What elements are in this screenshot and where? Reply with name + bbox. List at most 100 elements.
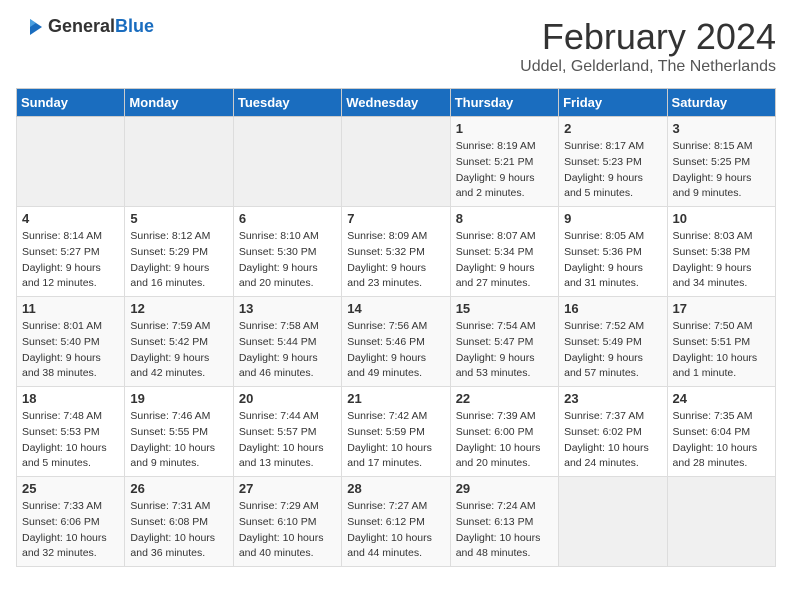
calendar-week-row: 4 Sunrise: 8:14 AM Sunset: 5:27 PM Daylig…: [17, 207, 776, 297]
day-info: Sunrise: 7:29 AM Sunset: 6:10 PM Dayligh…: [239, 499, 336, 562]
calendar-cell: [559, 477, 667, 567]
calendar-cell: 26 Sunrise: 7:31 AM Sunset: 6:08 PM Dayli…: [125, 477, 233, 567]
day-number: 25: [22, 481, 119, 496]
calendar-cell: 20 Sunrise: 7:44 AM Sunset: 5:57 PM Dayli…: [233, 387, 341, 477]
day-number: 11: [22, 301, 119, 316]
calendar-cell: 21Sunrise: 7:42 AM Sunset: 5:59 PM Dayli…: [342, 387, 450, 477]
day-number: 27: [239, 481, 336, 496]
day-info: Sunrise: 7:59 AM Sunset: 5:42 PM Dayligh…: [130, 319, 227, 382]
day-number: 4: [22, 211, 119, 226]
day-number: 18: [22, 391, 119, 406]
day-of-week-header: Monday: [125, 89, 233, 117]
title-area: February 2024 Uddel, Gelderland, The Net…: [520, 16, 776, 76]
day-of-week-header: Thursday: [450, 89, 558, 117]
day-info: Sunrise: 7:35 AM Sunset: 6:04 PM Dayligh…: [673, 409, 770, 472]
calendar-cell: 17 Sunrise: 7:50 AM Sunset: 5:51 PM Dayli…: [667, 297, 775, 387]
day-number: 15: [456, 301, 553, 316]
logo-text-blue: Blue: [115, 16, 154, 36]
day-info: Sunrise: 8:07 AM Sunset: 5:34 PM Dayligh…: [456, 229, 553, 292]
calendar-body: 1 Sunrise: 8:19 AM Sunset: 5:21 PM Daylig…: [17, 117, 776, 567]
calendar-cell: 16 Sunrise: 7:52 AM Sunset: 5:49 PM Dayli…: [559, 297, 667, 387]
header: GeneralBlue February 2024 Uddel, Gelderl…: [16, 16, 776, 76]
calendar-cell: 29Sunrise: 7:24 AM Sunset: 6:13 PM Dayli…: [450, 477, 558, 567]
calendar-cell: 25 Sunrise: 7:33 AM Sunset: 6:06 PM Dayli…: [17, 477, 125, 567]
day-number: 6: [239, 211, 336, 226]
calendar-week-row: 1 Sunrise: 8:19 AM Sunset: 5:21 PM Daylig…: [17, 117, 776, 207]
calendar-week-row: 25 Sunrise: 7:33 AM Sunset: 6:06 PM Dayli…: [17, 477, 776, 567]
day-number: 14: [347, 301, 444, 316]
calendar-cell: 10 Sunrise: 8:03 AM Sunset: 5:38 PM Dayli…: [667, 207, 775, 297]
day-number: 2: [564, 121, 661, 136]
day-number: 28: [347, 481, 444, 496]
day-info: Sunrise: 8:03 AM Sunset: 5:38 PM Dayligh…: [673, 229, 770, 292]
day-info: Sunrise: 7:27 AM Sunset: 6:12 PM Dayligh…: [347, 499, 444, 562]
calendar-cell: 2 Sunrise: 8:17 AM Sunset: 5:23 PM Daylig…: [559, 117, 667, 207]
day-of-week-header: Saturday: [667, 89, 775, 117]
calendar-cell: 4 Sunrise: 8:14 AM Sunset: 5:27 PM Daylig…: [17, 207, 125, 297]
logo-text-general: General: [48, 16, 115, 36]
day-info: Sunrise: 7:31 AM Sunset: 6:08 PM Dayligh…: [130, 499, 227, 562]
day-info: Sunrise: 8:15 AM Sunset: 5:25 PM Dayligh…: [673, 139, 770, 202]
calendar-cell: 6Sunrise: 8:10 AM Sunset: 5:30 PM Daylig…: [233, 207, 341, 297]
day-info: Sunrise: 7:58 AM Sunset: 5:44 PM Dayligh…: [239, 319, 336, 382]
location-title: Uddel, Gelderland, The Netherlands: [520, 58, 776, 76]
day-number: 29: [456, 481, 553, 496]
day-info: Sunrise: 8:09 AM Sunset: 5:32 PM Dayligh…: [347, 229, 444, 292]
day-info: Sunrise: 8:19 AM Sunset: 5:21 PM Dayligh…: [456, 139, 553, 202]
calendar-cell: [667, 477, 775, 567]
day-info: Sunrise: 7:48 AM Sunset: 5:53 PM Dayligh…: [22, 409, 119, 472]
calendar-week-row: 11 Sunrise: 8:01 AM Sunset: 5:40 PM Dayli…: [17, 297, 776, 387]
calendar-cell: 11 Sunrise: 8:01 AM Sunset: 5:40 PM Dayli…: [17, 297, 125, 387]
day-info: Sunrise: 7:33 AM Sunset: 6:06 PM Dayligh…: [22, 499, 119, 562]
day-of-week-header: Sunday: [17, 89, 125, 117]
calendar-cell: 18 Sunrise: 7:48 AM Sunset: 5:53 PM Dayli…: [17, 387, 125, 477]
calendar-cell: 8 Sunrise: 8:07 AM Sunset: 5:34 PM Daylig…: [450, 207, 558, 297]
day-info: Sunrise: 8:12 AM Sunset: 5:29 PM Dayligh…: [130, 229, 227, 292]
day-number: 1: [456, 121, 553, 136]
calendar-cell: 23Sunrise: 7:37 AM Sunset: 6:02 PM Dayli…: [559, 387, 667, 477]
calendar-cell: 28 Sunrise: 7:27 AM Sunset: 6:12 PM Dayli…: [342, 477, 450, 567]
day-info: Sunrise: 7:54 AM Sunset: 5:47 PM Dayligh…: [456, 319, 553, 382]
day-info: Sunrise: 7:46 AM Sunset: 5:55 PM Dayligh…: [130, 409, 227, 472]
day-info: Sunrise: 8:17 AM Sunset: 5:23 PM Dayligh…: [564, 139, 661, 202]
day-info: Sunrise: 8:01 AM Sunset: 5:40 PM Dayligh…: [22, 319, 119, 382]
calendar-cell: 7Sunrise: 8:09 AM Sunset: 5:32 PM Daylig…: [342, 207, 450, 297]
calendar-cell: 12 Sunrise: 7:59 AM Sunset: 5:42 PM Dayli…: [125, 297, 233, 387]
day-info: Sunrise: 7:44 AM Sunset: 5:57 PM Dayligh…: [239, 409, 336, 472]
calendar-cell: 3 Sunrise: 8:15 AM Sunset: 5:25 PM Daylig…: [667, 117, 775, 207]
day-number: 12: [130, 301, 227, 316]
day-number: 26: [130, 481, 227, 496]
day-number: 21: [347, 391, 444, 406]
calendar-cell: 9 Sunrise: 8:05 AM Sunset: 5:36 PM Daylig…: [559, 207, 667, 297]
calendar-cell: [342, 117, 450, 207]
logo: GeneralBlue: [16, 16, 154, 37]
day-info: Sunrise: 8:05 AM Sunset: 5:36 PM Dayligh…: [564, 229, 661, 292]
calendar-cell: 24 Sunrise: 7:35 AM Sunset: 6:04 PM Dayli…: [667, 387, 775, 477]
day-number: 17: [673, 301, 770, 316]
day-number: 8: [456, 211, 553, 226]
day-number: 13: [239, 301, 336, 316]
day-info: Sunrise: 7:50 AM Sunset: 5:51 PM Dayligh…: [673, 319, 770, 382]
calendar-cell: [233, 117, 341, 207]
day-number: 9: [564, 211, 661, 226]
day-number: 5: [130, 211, 227, 226]
day-number: 16: [564, 301, 661, 316]
day-info: Sunrise: 7:52 AM Sunset: 5:49 PM Dayligh…: [564, 319, 661, 382]
day-number: 24: [673, 391, 770, 406]
day-info: Sunrise: 8:14 AM Sunset: 5:27 PM Dayligh…: [22, 229, 119, 292]
calendar-cell: [17, 117, 125, 207]
day-info: Sunrise: 7:56 AM Sunset: 5:46 PM Dayligh…: [347, 319, 444, 382]
calendar-cell: 5 Sunrise: 8:12 AM Sunset: 5:29 PM Daylig…: [125, 207, 233, 297]
day-info: Sunrise: 7:39 AM Sunset: 6:00 PM Dayligh…: [456, 409, 553, 472]
calendar-header-row: SundayMondayTuesdayWednesdayThursdayFrid…: [17, 89, 776, 117]
day-number: 10: [673, 211, 770, 226]
calendar-cell: 27 Sunrise: 7:29 AM Sunset: 6:10 PM Dayli…: [233, 477, 341, 567]
calendar-cell: 14 Sunrise: 7:56 AM Sunset: 5:46 PM Dayli…: [342, 297, 450, 387]
day-of-week-header: Friday: [559, 89, 667, 117]
day-number: 3: [673, 121, 770, 136]
day-info: Sunrise: 7:37 AM Sunset: 6:02 PM Dayligh…: [564, 409, 661, 472]
day-number: 20: [239, 391, 336, 406]
logo-icon: [16, 17, 44, 37]
day-number: 19: [130, 391, 227, 406]
calendar-table: SundayMondayTuesdayWednesdayThursdayFrid…: [16, 88, 776, 567]
